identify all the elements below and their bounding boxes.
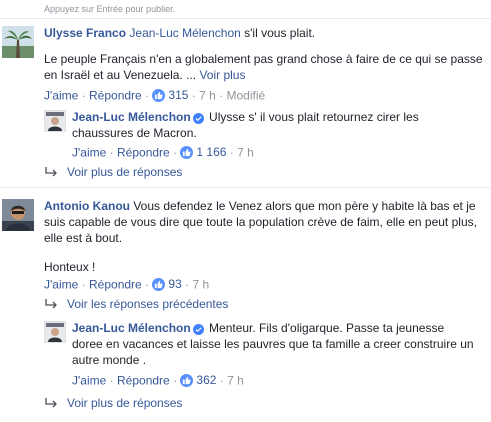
mention-link[interactable]: Jean-Luc Mélenchon bbox=[129, 26, 240, 40]
edited-label[interactable]: Modifié bbox=[227, 89, 266, 103]
separator: · bbox=[81, 277, 86, 292]
see-more-replies-link[interactable]: Voir plus de réponses bbox=[44, 165, 182, 179]
enter-to-post-hint: Appuyez sur Entrée pour publier. bbox=[44, 4, 176, 14]
comment-actions: J'aime · Répondre · 315 · 7 h · Modifié bbox=[44, 88, 265, 103]
comment-body: Le peuple Français n'en a globalement pa… bbox=[44, 51, 484, 83]
separator: · bbox=[173, 373, 178, 388]
reply-author[interactable]: Jean-Luc Mélenchon bbox=[72, 110, 191, 124]
like-button[interactable]: J'aime bbox=[72, 146, 106, 160]
separator: · bbox=[109, 373, 114, 388]
comment-text: Ulysse Franco Jean-Luc Mélenchon s'il vo… bbox=[44, 25, 484, 41]
comment-body-2: Honteux ! bbox=[44, 260, 96, 274]
thumbs-up-icon bbox=[180, 145, 194, 159]
comment-author[interactable]: Ulysse Franco bbox=[44, 26, 126, 40]
separator: · bbox=[219, 373, 224, 388]
like-button[interactable]: J'aime bbox=[44, 278, 78, 292]
reply-button[interactable]: Répondre bbox=[117, 374, 170, 388]
comment-lead: s'il vous plait. bbox=[244, 26, 316, 40]
like-count: 362 bbox=[196, 373, 217, 387]
like-button[interactable]: J'aime bbox=[44, 89, 78, 103]
see-more-replies-label: Voir plus de réponses bbox=[67, 396, 183, 410]
thumbs-up-icon bbox=[180, 373, 194, 387]
previous-replies-link[interactable]: Voir les réponses précédentes bbox=[44, 297, 228, 311]
comment-actions: J'aime · Répondre · 93 · 7 h bbox=[44, 277, 209, 292]
see-more-link[interactable]: Voir plus bbox=[199, 68, 245, 82]
like-button[interactable]: J'aime bbox=[72, 374, 106, 388]
comment-divider bbox=[0, 187, 491, 188]
reaction-count[interactable]: 315 bbox=[152, 88, 188, 102]
separator: · bbox=[173, 145, 178, 160]
comment-author[interactable]: Antonio Kanou bbox=[44, 199, 130, 213]
reply-actions: J'aime · Répondre · 362 · 7 h bbox=[72, 373, 244, 388]
avatar[interactable] bbox=[2, 26, 34, 58]
top-divider bbox=[0, 18, 491, 19]
thumbs-up-icon bbox=[152, 277, 166, 291]
reaction-count[interactable]: 362 bbox=[180, 373, 216, 387]
reaction-count[interactable]: 93 bbox=[152, 277, 182, 291]
avatar[interactable] bbox=[44, 110, 66, 132]
avatar[interactable] bbox=[44, 321, 66, 343]
see-more-replies-link[interactable]: Voir plus de réponses bbox=[44, 396, 182, 410]
verified-badge-icon bbox=[192, 113, 204, 124]
separator: · bbox=[229, 145, 234, 160]
separator: · bbox=[145, 277, 150, 292]
timestamp[interactable]: 7 h bbox=[199, 89, 216, 103]
like-count: 315 bbox=[168, 88, 189, 102]
comment-text: Antonio Kanou Vous defendez le Venez alo… bbox=[44, 198, 484, 246]
reply-button[interactable]: Répondre bbox=[89, 278, 142, 292]
separator: · bbox=[219, 88, 224, 103]
reply-actions: J'aime · Répondre · 1 166 · 7 h bbox=[72, 145, 254, 160]
thumbs-up-icon bbox=[152, 88, 166, 102]
verified-badge-icon bbox=[192, 324, 204, 335]
reply-arrow-icon bbox=[44, 166, 58, 177]
timestamp[interactable]: 7 h bbox=[192, 278, 209, 292]
separator: · bbox=[145, 88, 150, 103]
timestamp[interactable]: 7 h bbox=[237, 146, 254, 160]
previous-replies-label: Voir les réponses précédentes bbox=[67, 297, 229, 311]
separator: · bbox=[185, 277, 190, 292]
separator: · bbox=[109, 145, 114, 160]
separator: · bbox=[191, 88, 196, 103]
reply-text: Jean-Luc Mélenchon Ulysse s' il vous pla… bbox=[72, 109, 477, 141]
reply-button[interactable]: Répondre bbox=[117, 146, 170, 160]
reply-arrow-icon bbox=[44, 298, 58, 309]
avatar[interactable] bbox=[2, 199, 34, 231]
like-count: 93 bbox=[168, 277, 182, 291]
comment-body-text: Le peuple Français n'en a globalement pa… bbox=[44, 52, 483, 82]
reply-author[interactable]: Jean-Luc Mélenchon bbox=[72, 321, 191, 335]
see-more-replies-label: Voir plus de réponses bbox=[67, 165, 183, 179]
reaction-count[interactable]: 1 166 bbox=[180, 145, 226, 159]
reply-arrow-icon bbox=[44, 397, 58, 408]
reply-text: Jean-Luc Mélenchon Menteur. Fils d'oliga… bbox=[72, 320, 477, 368]
timestamp[interactable]: 7 h bbox=[227, 374, 244, 388]
like-count: 1 166 bbox=[196, 145, 227, 159]
reply-button[interactable]: Répondre bbox=[89, 89, 142, 103]
separator: · bbox=[81, 88, 86, 103]
